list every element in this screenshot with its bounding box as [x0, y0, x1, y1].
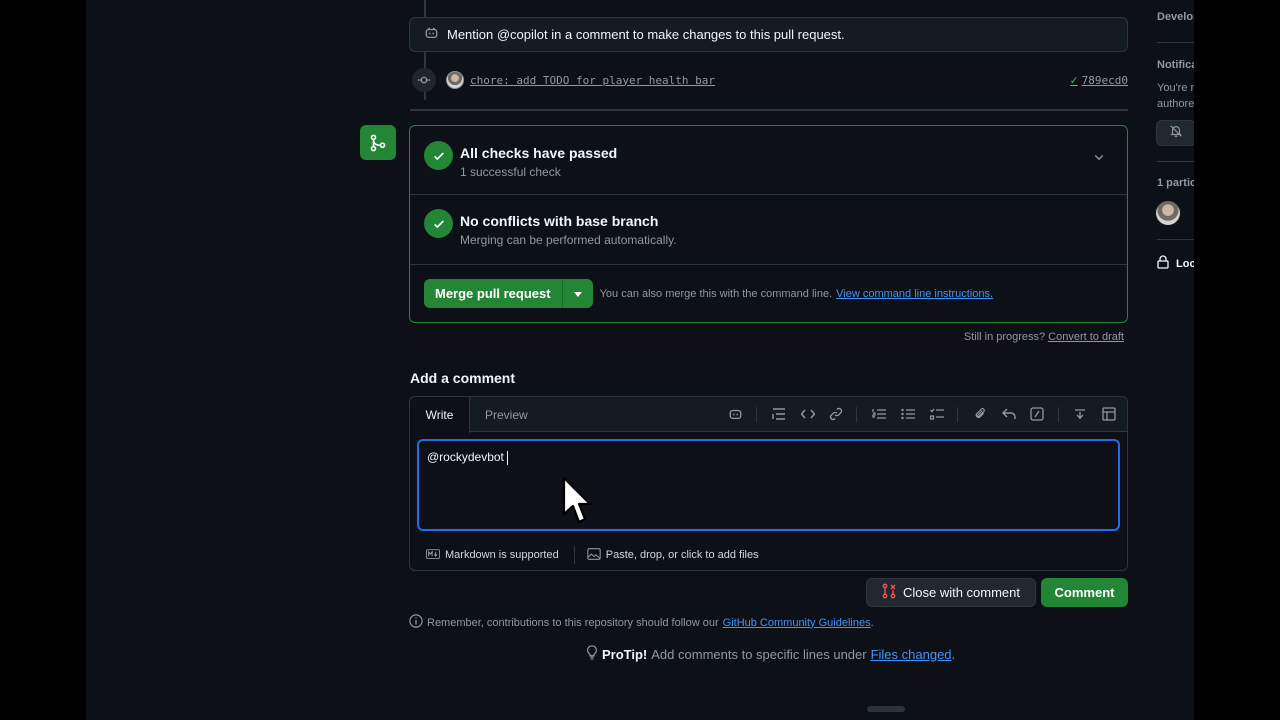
slash-command-icon[interactable] [1029, 406, 1045, 422]
check-icon: ✓ [1070, 73, 1078, 87]
footer-separator [573, 546, 575, 564]
check-circle-icon [424, 209, 453, 238]
merge-status-box: All checks have passed 1 successful chec… [409, 125, 1128, 323]
draft-prefix: Still in progress? [963, 331, 1046, 343]
toolbar-separator [957, 407, 958, 422]
merge-pull-request-button[interactable]: Merge pull request [424, 279, 563, 308]
commit-node-icon [412, 68, 436, 92]
commit-sha[interactable]: ✓ 789ecd0 [1070, 73, 1128, 87]
comment-submit-button[interactable]: Comment [1041, 578, 1128, 607]
merge-actions: Merge pull request You can also merge th… [424, 279, 993, 308]
protip: ProTip! Add comments to specific lines u… [586, 645, 955, 663]
pull-request-closed-icon [882, 583, 896, 602]
comment-editor: Write Preview @rockydevbot Markdown is s… [409, 396, 1128, 571]
fullscreen-table-icon[interactable] [1101, 406, 1117, 422]
command-line-instructions-link[interactable]: View command line instructions. [836, 288, 993, 300]
comment-text-value: @rockydevbot [427, 450, 504, 464]
no-conflicts-row: No conflicts with base branch Merging ca… [410, 195, 1127, 265]
participant-avatar[interactable] [1156, 201, 1180, 225]
ordered-list-icon[interactable] [871, 406, 887, 422]
chevron-down-icon[interactable] [1093, 150, 1105, 168]
toolbar-separator [1058, 407, 1059, 422]
protip-text: Add comments to specific lines under [651, 646, 867, 662]
scroll-indicator [867, 706, 905, 712]
reply-icon[interactable] [1001, 406, 1017, 422]
paperclip-icon[interactable] [972, 406, 988, 422]
protip-label: ProTip! [602, 646, 648, 662]
check-subtitle: Merging can be performed automatically. [460, 233, 677, 247]
close-with-comment-label: Close with comment [902, 585, 1021, 600]
git-merge-icon [360, 125, 396, 160]
copilot-icon [424, 26, 447, 43]
tab-preview[interactable]: Preview [485, 397, 528, 432]
community-guidelines-link[interactable]: GitHub Community Guidelines [723, 617, 871, 629]
commit-message-link[interactable]: chore: add TODO for player health bar [470, 74, 715, 87]
checks-passed-row[interactable]: All checks have passed 1 successful chec… [410, 126, 1127, 195]
guidelines-text: Remember, contributions to this reposito… [427, 616, 719, 629]
lock-label: Loc [1176, 257, 1194, 270]
community-guidelines-note: Remember, contributions to this reposito… [409, 614, 874, 631]
link-icon[interactable] [828, 406, 844, 422]
check-subtitle: 1 successful check [460, 165, 561, 179]
editor-tabs-bar: Write Preview [410, 397, 1127, 433]
comment-textarea[interactable]: @rockydevbot [417, 439, 1120, 531]
files-changed-link[interactable]: Files changed [871, 647, 952, 662]
info-icon [409, 614, 423, 631]
merge-hint-text: You can also merge this with the command… [599, 287, 833, 300]
toolbar-separator [856, 407, 857, 422]
image-icon [587, 547, 601, 563]
sidebar-notifications-text-1: You're r [1157, 82, 1194, 94]
comment-footer: Markdown is supported Paste, drop, or cl… [410, 539, 1127, 571]
mouse-cursor-icon [562, 476, 592, 531]
copilot-icon[interactable] [727, 406, 743, 422]
unordered-list-icon[interactable] [900, 406, 916, 422]
guidelines-suffix: . [870, 616, 874, 629]
lightbulb-icon [586, 645, 598, 663]
lock-icon [1157, 255, 1169, 272]
add-files-button[interactable]: Paste, drop, or click to add files [587, 547, 759, 563]
pull-request-page: Mention @copilot in a comment to make ch… [86, 0, 1194, 720]
merge-hint: You can also merge this with the command… [600, 288, 993, 300]
copilot-banner-text: Mention @copilot in a comment to make ch… [447, 27, 845, 42]
collapse-toolbar-icon[interactable] [1072, 406, 1088, 422]
tab-write[interactable]: Write [410, 397, 470, 433]
close-with-comment-button[interactable]: Close with comment [866, 578, 1036, 607]
markdown-supported[interactable]: Markdown is supported [426, 548, 559, 562]
check-title: All checks have passed [460, 145, 618, 161]
sidebar-notifications-heading: Notifica [1157, 59, 1194, 71]
sidebar-development-heading: Develop [1157, 11, 1194, 23]
markdown-icon [426, 548, 440, 562]
code-icon[interactable] [800, 406, 816, 422]
check-title: No conflicts with base branch [460, 213, 659, 229]
convert-draft-row: Still in progress? Convert to draft [964, 331, 1124, 343]
unsubscribe-button[interactable] [1156, 120, 1194, 146]
sidebar-notifications-text-2: authore [1157, 98, 1194, 110]
sidebar-divider [1157, 239, 1194, 240]
protip-suffix: . [951, 646, 956, 662]
merge-options-dropdown[interactable] [562, 279, 593, 308]
task-list-icon[interactable] [929, 406, 945, 422]
text-caret [506, 450, 508, 465]
sidebar-participants-heading: 1 partic [1157, 177, 1194, 189]
toolbar-separator [756, 407, 757, 422]
commit-sha-link[interactable]: 789ecd0 [1082, 74, 1128, 87]
copilot-banner: Mention @copilot in a comment to make ch… [409, 17, 1128, 52]
caret-down-icon [573, 285, 582, 303]
sidebar-divider [1157, 161, 1194, 162]
lock-conversation-item[interactable]: Loc [1157, 255, 1194, 272]
check-circle-icon [424, 141, 453, 170]
convert-to-draft-link[interactable]: Convert to draft [1048, 331, 1124, 343]
commit-row: chore: add TODO for player health bar ✓ … [412, 67, 1128, 93]
heading-icon[interactable] [771, 406, 787, 422]
commit-author-avatar[interactable] [446, 71, 464, 89]
sidebar-divider [1157, 42, 1194, 43]
bell-slash-icon [1169, 124, 1183, 143]
markdown-label: Markdown is supported [445, 549, 559, 561]
timeline-divider [410, 109, 1128, 111]
add-comment-heading: Add a comment [410, 370, 516, 386]
add-files-label: Paste, drop, or click to add files [605, 549, 759, 561]
